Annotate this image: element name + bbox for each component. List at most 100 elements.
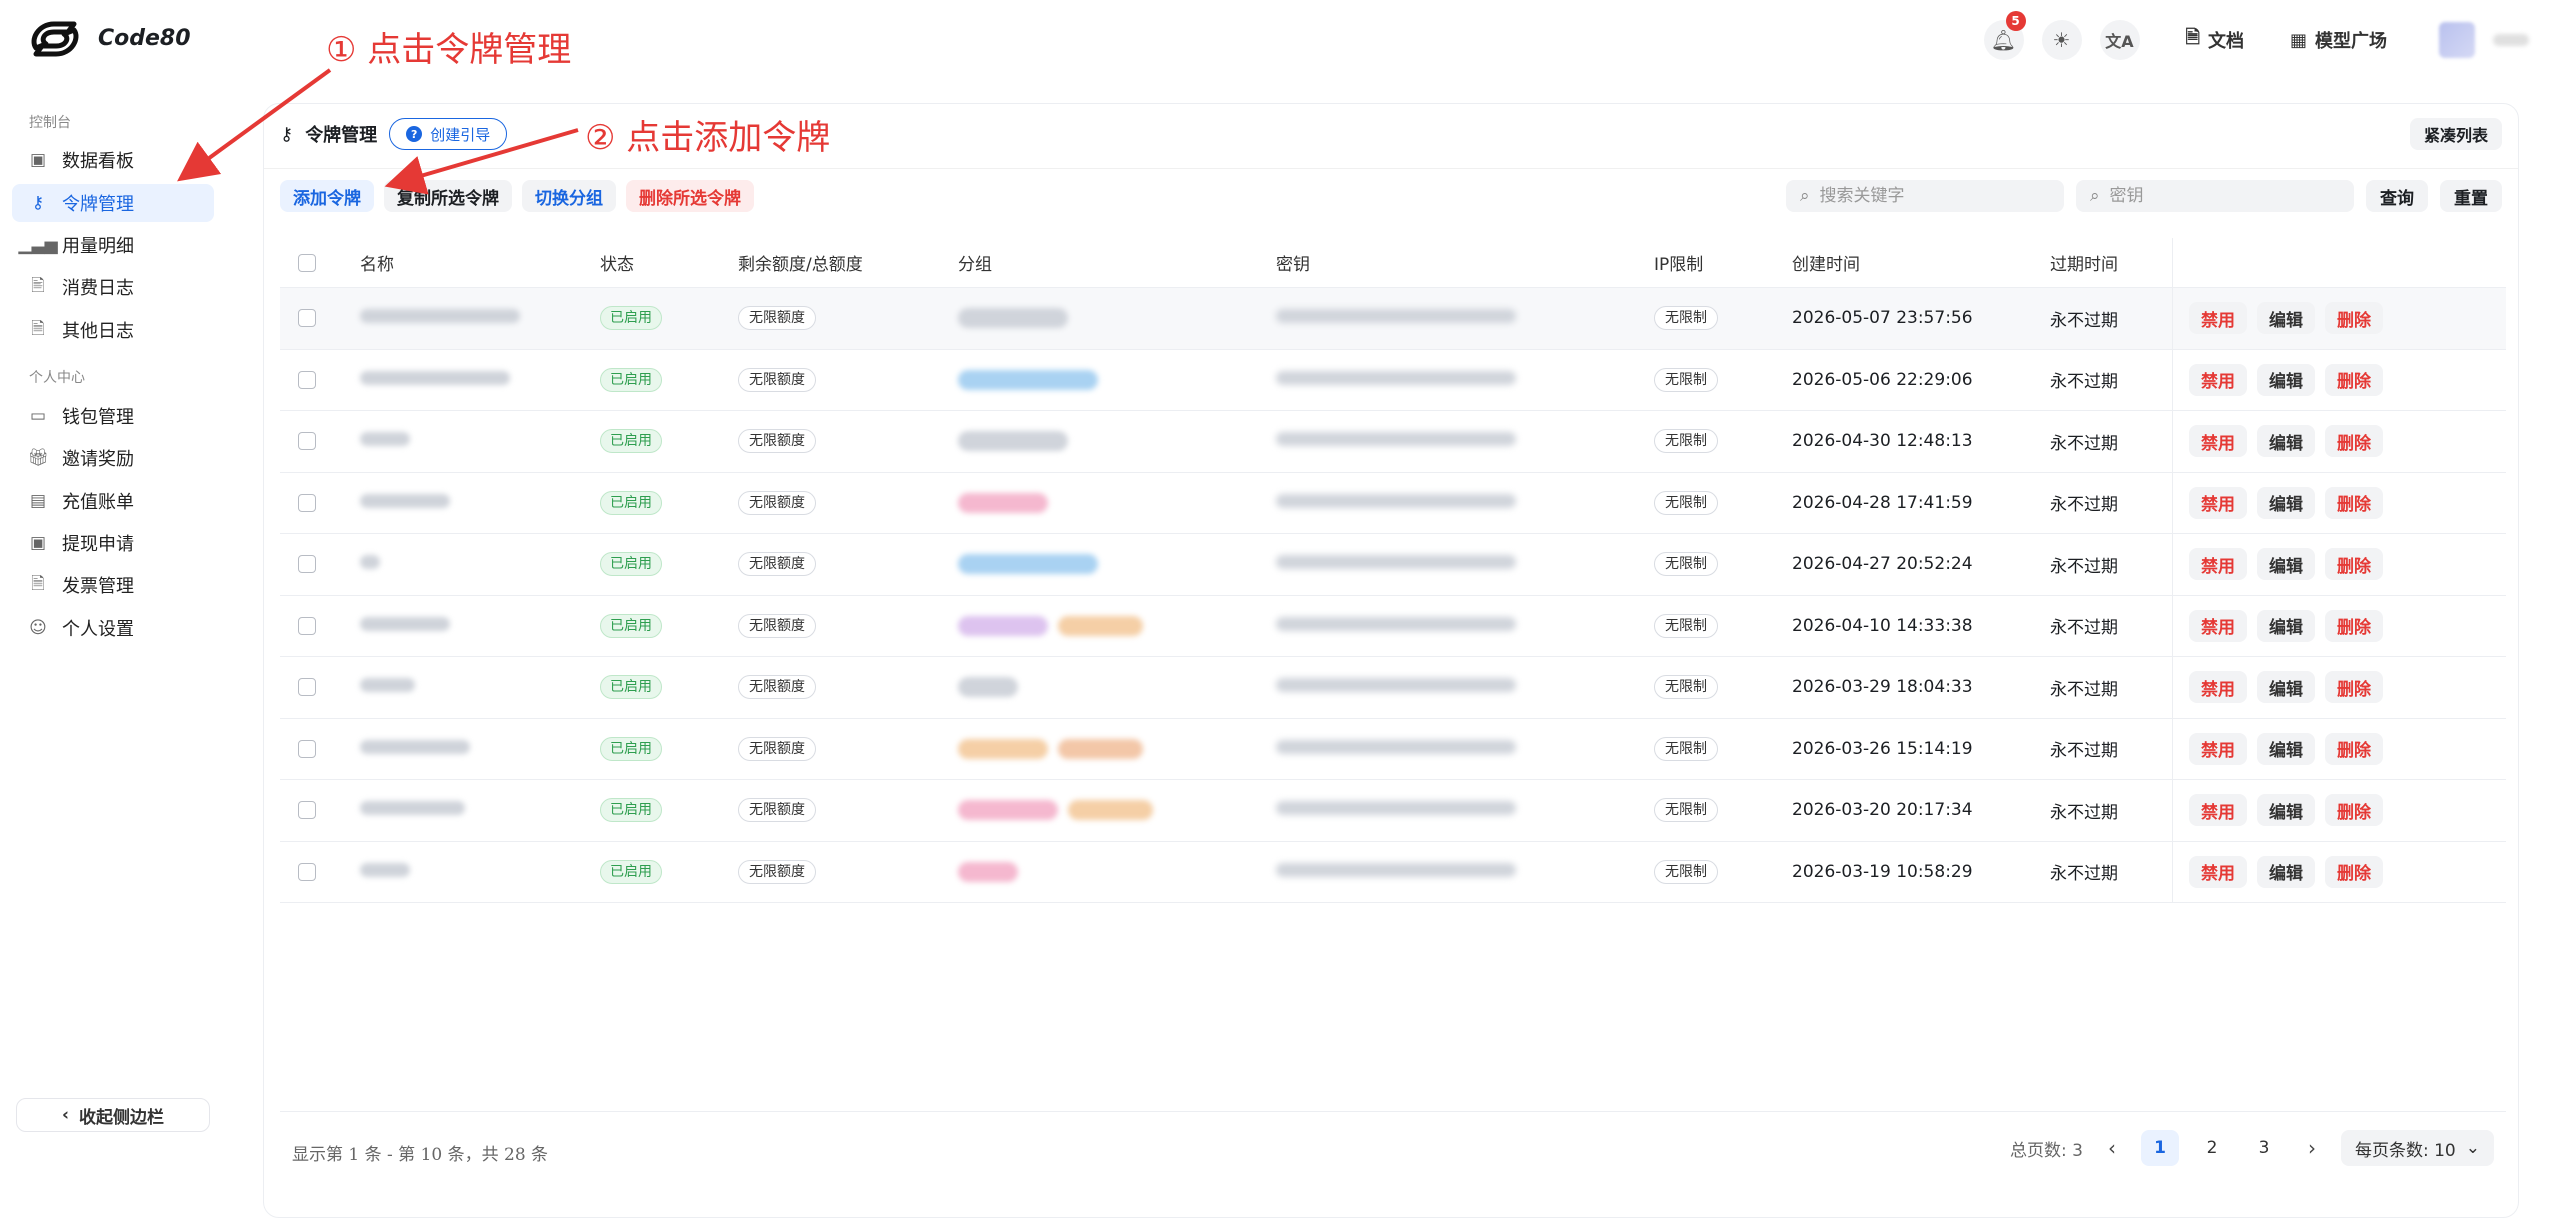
row-checkbox[interactable]	[298, 370, 316, 389]
row-checkbox[interactable]	[298, 493, 316, 512]
group-tag-blurred	[958, 800, 1058, 821]
row-checkbox[interactable]	[298, 616, 316, 635]
token-key-blurred[interactable]	[1276, 678, 1516, 693]
create-guide-button[interactable]: ? 创建引导	[389, 118, 508, 150]
disable-button[interactable]: 禁用	[2189, 425, 2247, 458]
disable-button[interactable]: 禁用	[2189, 609, 2247, 642]
theme-toggle-button[interactable]: ☀	[2041, 20, 2082, 60]
row-checkbox[interactable]	[298, 555, 316, 574]
models-link[interactable]: ▦ 模型广场	[2290, 27, 2387, 53]
status-badge: 已启用	[600, 306, 662, 331]
created-time: 2026-03-19 10:58:29	[1792, 861, 1973, 882]
edit-button[interactable]: 编辑	[2257, 486, 2315, 519]
group-tag-blurred	[958, 615, 1048, 636]
table-row: 已启用 无限额度 无限制 2026-03-26 15:14:19 永不过期 禁用…	[280, 718, 2506, 780]
add-token-button[interactable]: 添加令牌	[280, 180, 374, 212]
copy-selected-button[interactable]: 复制所选令牌	[384, 180, 512, 212]
disable-button[interactable]: 禁用	[2189, 671, 2247, 704]
delete-button[interactable]: 删除	[2325, 855, 2383, 888]
disable-button[interactable]: 禁用	[2189, 794, 2247, 827]
docs-link[interactable]: 🗎 文档	[2186, 25, 2244, 55]
page-size-select[interactable]: 每页条数: 10 ⌄	[2340, 1130, 2494, 1166]
page-2[interactable]: 2	[2193, 1130, 2231, 1166]
edit-button[interactable]: 编辑	[2257, 363, 2315, 396]
row-checkbox[interactable]	[298, 309, 316, 328]
token-key-blurred[interactable]	[1276, 432, 1516, 447]
token-key-blurred[interactable]	[1276, 309, 1516, 324]
row-checkbox[interactable]	[298, 862, 316, 881]
token-key-blurred[interactable]	[1276, 739, 1516, 754]
edit-button[interactable]: 编辑	[2257, 609, 2315, 642]
expire-time: 永不过期	[2050, 618, 2118, 639]
token-key-blurred[interactable]	[1276, 862, 1516, 877]
disable-button[interactable]: 禁用	[2189, 732, 2247, 765]
token-key-blurred[interactable]	[1276, 370, 1516, 385]
disable-button[interactable]: 禁用	[2189, 302, 2247, 335]
page-3[interactable]: 3	[2245, 1130, 2283, 1166]
quota-badge: 无限额度	[738, 429, 816, 454]
delete-button[interactable]: 删除	[2325, 548, 2383, 581]
query-button[interactable]: 查询	[2366, 180, 2428, 212]
delete-button[interactable]: 删除	[2325, 425, 2383, 458]
sidebar-item-invite[interactable]: 🎁︎ 邀请奖励	[12, 439, 214, 477]
sidebar-item-wallet[interactable]: ▭ 钱包管理	[12, 397, 214, 435]
reset-button[interactable]: 重置	[2440, 180, 2502, 212]
annotation-step2: ② 点击添加令牌	[585, 118, 831, 158]
token-key-blurred[interactable]	[1276, 616, 1516, 631]
delete-button[interactable]: 删除	[2325, 794, 2383, 827]
sidebar-item-dashboard[interactable]: ▣ 数据看板	[12, 141, 214, 179]
expire-time: 永不过期	[2050, 495, 2118, 516]
notification-button[interactable]: 🔔︎ 5	[1983, 11, 2026, 60]
keyword-search-input[interactable]	[1819, 186, 2040, 206]
edit-button[interactable]: 编辑	[2257, 425, 2315, 458]
sidebar-item-recharge[interactable]: ▤ 充值账单	[12, 482, 214, 520]
row-checkbox[interactable]	[298, 678, 316, 697]
disable-button[interactable]: 禁用	[2189, 548, 2247, 581]
ip-limit-badge: 无限制	[1654, 613, 1718, 638]
next-page-icon[interactable]: ›	[2297, 1130, 2327, 1166]
invoice-icon: 🗎	[31, 573, 45, 594]
created-time: 2026-04-10 14:33:38	[1792, 615, 1973, 636]
edit-button[interactable]: 编辑	[2257, 548, 2315, 581]
edit-button[interactable]: 编辑	[2257, 671, 2315, 704]
row-checkbox[interactable]	[298, 432, 316, 451]
sidebar-item-withdraw[interactable]: ▣ 提现申请	[12, 524, 214, 562]
avatar[interactable]	[2439, 22, 2475, 58]
edit-button[interactable]: 编辑	[2257, 855, 2315, 888]
disable-button[interactable]: 禁用	[2189, 363, 2247, 396]
select-all-checkbox[interactable]	[298, 253, 316, 272]
delete-button[interactable]: 删除	[2325, 732, 2383, 765]
delete-selected-button[interactable]: 删除所选令牌	[626, 180, 754, 212]
delete-button[interactable]: 删除	[2325, 363, 2383, 396]
sidebar-item-other-log[interactable]: 🗎 其他日志	[12, 311, 214, 349]
delete-button[interactable]: 删除	[2325, 302, 2383, 335]
token-key-blurred[interactable]	[1276, 555, 1516, 570]
group-tag-blurred	[958, 554, 1098, 575]
switch-group-button[interactable]: 切换分组	[522, 180, 616, 212]
token-key-blurred[interactable]	[1276, 493, 1516, 508]
delete-button[interactable]: 删除	[2325, 671, 2383, 704]
key-search-input[interactable]	[2109, 186, 2330, 206]
search-icon: ⌕	[2090, 186, 2100, 206]
edit-button[interactable]: 编辑	[2257, 732, 2315, 765]
sidebar-item-usage[interactable]: ▁▃▅ 用量明细	[12, 226, 214, 264]
disable-button[interactable]: 禁用	[2189, 855, 2247, 888]
sidebar-item-consume-log[interactable]: 🖹 消费日志	[12, 268, 214, 306]
collapse-sidebar-button[interactable]: ‹ 收起侧边栏	[16, 1098, 210, 1132]
disable-button[interactable]: 禁用	[2189, 486, 2247, 519]
edit-button[interactable]: 编辑	[2257, 794, 2315, 827]
sidebar-item-settings[interactable]: ☺ 个人设置	[12, 609, 214, 647]
row-checkbox[interactable]	[298, 739, 316, 758]
row-checkbox[interactable]	[298, 801, 316, 820]
token-key-blurred[interactable]	[1276, 801, 1516, 816]
delete-button[interactable]: 删除	[2325, 486, 2383, 519]
sidebar-item-tokens[interactable]: ⚷ 令牌管理	[12, 184, 214, 222]
prev-page-icon[interactable]: ‹	[2097, 1130, 2127, 1166]
language-button[interactable]: 文A	[2099, 20, 2140, 60]
page-1[interactable]: 1	[2140, 1130, 2179, 1166]
compact-list-button[interactable]: 紧凑列表	[2409, 118, 2502, 150]
delete-button[interactable]: 删除	[2325, 609, 2383, 642]
edit-button[interactable]: 编辑	[2257, 302, 2315, 335]
sidebar-item-invoice[interactable]: 🗎 发票管理	[12, 566, 214, 604]
col-expire: 过期时间	[2050, 255, 2118, 275]
